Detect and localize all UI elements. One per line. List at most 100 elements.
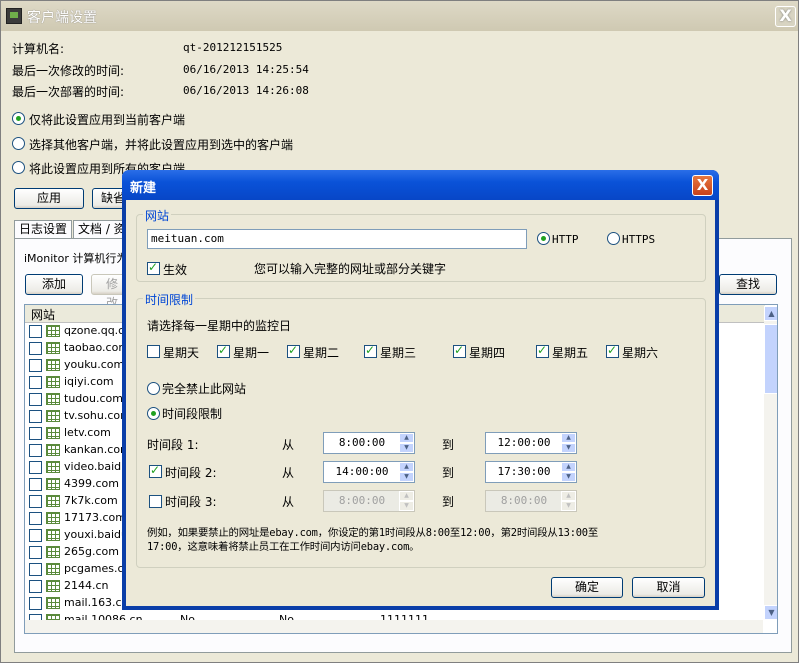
- site-group-title: 网站: [143, 207, 172, 224]
- spin-down-icon[interactable]: ▼: [399, 472, 414, 482]
- period-2-label: 时间段 2:: [165, 466, 217, 480]
- period-1-from-spinner[interactable]: 8:00:00 ▲ ▼: [323, 432, 415, 454]
- grid-icon: [46, 495, 60, 507]
- grid-icon: [46, 461, 60, 473]
- tab-log-settings[interactable]: 日志设置: [14, 220, 73, 238]
- scope-all-radio[interactable]: [12, 161, 25, 174]
- grid-icon: [46, 546, 60, 558]
- period-2-to-spinner[interactable]: 17:30:00 ▲ ▼: [485, 461, 577, 483]
- period-limit-radio[interactable]: [147, 407, 160, 420]
- scroll-up-icon[interactable]: ▲: [764, 306, 777, 321]
- computer-name-label: 计算机名:: [12, 42, 65, 56]
- period-1-to-value[interactable]: 12:00:00: [486, 436, 562, 449]
- row-checkbox[interactable]: [29, 359, 42, 372]
- period-3-from-spinner[interactable]: 8:00:00 ▲ ▼: [323, 490, 415, 512]
- row-checkbox[interactable]: [29, 512, 42, 525]
- enabled-checkbox[interactable]: [147, 260, 160, 275]
- weekday-checkbox-2[interactable]: [287, 343, 300, 358]
- site-name: letv.com: [64, 426, 111, 439]
- weekday-checkbox-5[interactable]: [536, 343, 549, 358]
- period-1-from-value[interactable]: 8:00:00: [324, 436, 400, 449]
- spin-down-icon[interactable]: ▼: [399, 443, 414, 453]
- dialog-close-button[interactable]: X: [692, 175, 713, 196]
- period-3-to-spinner[interactable]: 8:00:00 ▲ ▼: [485, 490, 577, 512]
- period-1-to-spinner[interactable]: 12:00:00 ▲ ▼: [485, 432, 577, 454]
- period-2-from-label: 从: [282, 466, 295, 480]
- bg-close-button[interactable]: X: [775, 6, 796, 27]
- vertical-scrollbar[interactable]: ▲ ▼: [764, 306, 777, 620]
- scroll-thumb[interactable]: [764, 324, 777, 394]
- grid-icon: [46, 359, 60, 371]
- row-checkbox[interactable]: [29, 410, 42, 423]
- grid-icon: [46, 512, 60, 524]
- row-checkbox[interactable]: [29, 495, 42, 508]
- https-radio[interactable]: [607, 232, 620, 245]
- scope-selected-radio[interactable]: [12, 137, 25, 150]
- find-button[interactable]: 查找: [719, 274, 777, 295]
- spin-up-icon[interactable]: ▲: [399, 433, 414, 443]
- grid-icon: [46, 597, 60, 609]
- spin-down-icon[interactable]: ▼: [561, 443, 576, 453]
- site-name: 2144.cn: [64, 579, 109, 592]
- period-3-checkbox[interactable]: [149, 495, 162, 508]
- block-all-radio[interactable]: [147, 382, 160, 395]
- bg-window-title: 客户端设置: [27, 10, 97, 26]
- row-checkbox[interactable]: [29, 376, 42, 389]
- example-text-line1: 例如，如果要禁止的网址是ebay.com，你设定的第1时间段从8:00至12:0…: [147, 527, 599, 539]
- url-hint: 您可以输入完整的网址或部分关键字: [254, 262, 447, 276]
- spin-down-icon[interactable]: ▼: [561, 472, 576, 482]
- grid-icon: [46, 342, 60, 354]
- spin-up-icon[interactable]: ▲: [399, 462, 414, 472]
- column-header-site[interactable]: 网站: [31, 306, 55, 323]
- bg-titlebar: 客户端设置 X: [1, 1, 798, 31]
- weekday-checkbox-4[interactable]: [453, 343, 466, 358]
- row-checkbox[interactable]: [29, 342, 42, 355]
- http-radio[interactable]: [537, 232, 550, 245]
- site-group: 网站 meituan.com HTTP HTTPS 生效 您可以输入完整的网址或…: [136, 207, 706, 282]
- row-checkbox[interactable]: [29, 580, 42, 593]
- row-checkbox[interactable]: [29, 478, 42, 491]
- weekday-checkbox-0[interactable]: [147, 345, 160, 358]
- period-3-to-label: 到: [442, 495, 455, 509]
- spin-up-icon[interactable]: ▲: [561, 433, 576, 443]
- grid-icon: [46, 376, 60, 388]
- scope-current-radio[interactable]: [12, 112, 25, 125]
- site-name: iqiyi.com: [64, 375, 114, 388]
- row-checkbox[interactable]: [29, 563, 42, 576]
- period-2-from-spinner[interactable]: 14:00:00 ▲ ▼: [323, 461, 415, 483]
- row-checkbox[interactable]: [29, 427, 42, 440]
- url-input[interactable]: meituan.com: [147, 229, 527, 249]
- row-checkbox[interactable]: [29, 597, 42, 610]
- period-limit-label: 时间段限制: [162, 407, 223, 421]
- ok-button[interactable]: 确定: [551, 577, 623, 598]
- row-checkbox[interactable]: [29, 461, 42, 474]
- period-2-from-value[interactable]: 14:00:00: [324, 465, 400, 478]
- add-button[interactable]: 添加: [25, 274, 83, 295]
- spin-up-icon[interactable]: ▲: [561, 462, 576, 472]
- apply-button[interactable]: 应用: [14, 188, 84, 209]
- scroll-down-icon[interactable]: ▼: [764, 605, 777, 620]
- row-checkbox[interactable]: [29, 546, 42, 559]
- row-checkbox[interactable]: [29, 444, 42, 457]
- dialog-title: 新建: [130, 181, 157, 196]
- new-site-dialog: 新建 X 网站 meituan.com HTTP HTTPS 生效 您可以输入完…: [122, 170, 719, 610]
- period-2-checkbox[interactable]: [149, 463, 162, 478]
- weekday-checkbox-6[interactable]: [606, 343, 619, 358]
- row-checkbox[interactable]: [29, 325, 42, 338]
- weekday-checkbox-1[interactable]: [217, 343, 230, 358]
- http-label: HTTP: [552, 233, 579, 246]
- last-modified-value: 06/16/2013 14:25:54: [183, 63, 309, 76]
- period-1-label: 时间段 1:: [147, 438, 199, 452]
- row-checkbox[interactable]: [29, 529, 42, 542]
- period-2-to-value[interactable]: 17:30:00: [486, 465, 562, 478]
- weekday-checkbox-3[interactable]: [364, 343, 377, 358]
- horizontal-scrollbar[interactable]: [25, 620, 763, 633]
- row-checkbox[interactable]: [29, 393, 42, 406]
- period-2-to-label: 到: [442, 466, 455, 480]
- cancel-button[interactable]: 取消: [632, 577, 705, 598]
- grid-icon: [46, 444, 60, 456]
- weekday-label-0: 星期天: [163, 346, 200, 360]
- app-icon: [6, 8, 22, 24]
- weekday-label-2: 星期二: [303, 346, 340, 360]
- period-1-to-label: 到: [442, 438, 455, 452]
